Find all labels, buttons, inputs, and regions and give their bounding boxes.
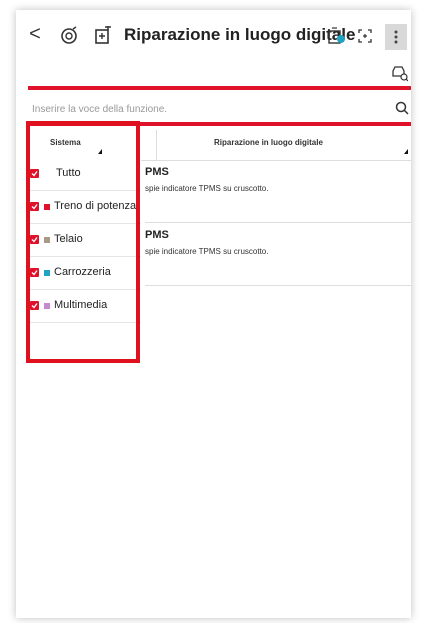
- column-header-repair[interactable]: Riparazione in luogo digitale: [214, 138, 323, 147]
- page-title: Riparazione in luogo digitale: [124, 25, 356, 44]
- table-row[interactable]: PMS spie indicatore TPMS su cruscotto.: [145, 160, 411, 223]
- search-bar[interactable]: Inserire la voce della funzione.: [28, 98, 411, 123]
- more-vertical-icon[interactable]: [385, 24, 407, 50]
- row-description: spie indicatore TPMS su cruscotto.: [145, 184, 269, 193]
- top-bar: < Riparazione in luogo digitale: [16, 10, 411, 60]
- device-connection-icon[interactable]: [326, 25, 348, 47]
- row-title: PMS: [145, 166, 169, 178]
- add-document-icon[interactable]: [92, 25, 114, 47]
- toolbar-row: [16, 62, 411, 86]
- column-divider: [156, 130, 157, 160]
- annotation-highlight-box: [26, 121, 140, 363]
- fullscreen-icon[interactable]: [354, 25, 376, 47]
- row-description: spie indicatore TPMS su cruscotto.: [145, 247, 269, 256]
- search-input[interactable]: Inserire la voce della funzione.: [32, 104, 167, 115]
- row-title: PMS: [145, 229, 169, 241]
- accent-divider-top: [28, 86, 411, 90]
- sort-indicator-icon[interactable]: [404, 149, 408, 154]
- back-icon[interactable]: <: [24, 23, 46, 45]
- back-glyph: <: [29, 22, 41, 45]
- vehicle-search-icon[interactable]: [390, 64, 409, 87]
- search-icon[interactable]: [395, 101, 409, 120]
- remote-diagnosis-icon[interactable]: [58, 25, 80, 47]
- table-row[interactable]: PMS spie indicatore TPMS su cruscotto.: [145, 223, 411, 286]
